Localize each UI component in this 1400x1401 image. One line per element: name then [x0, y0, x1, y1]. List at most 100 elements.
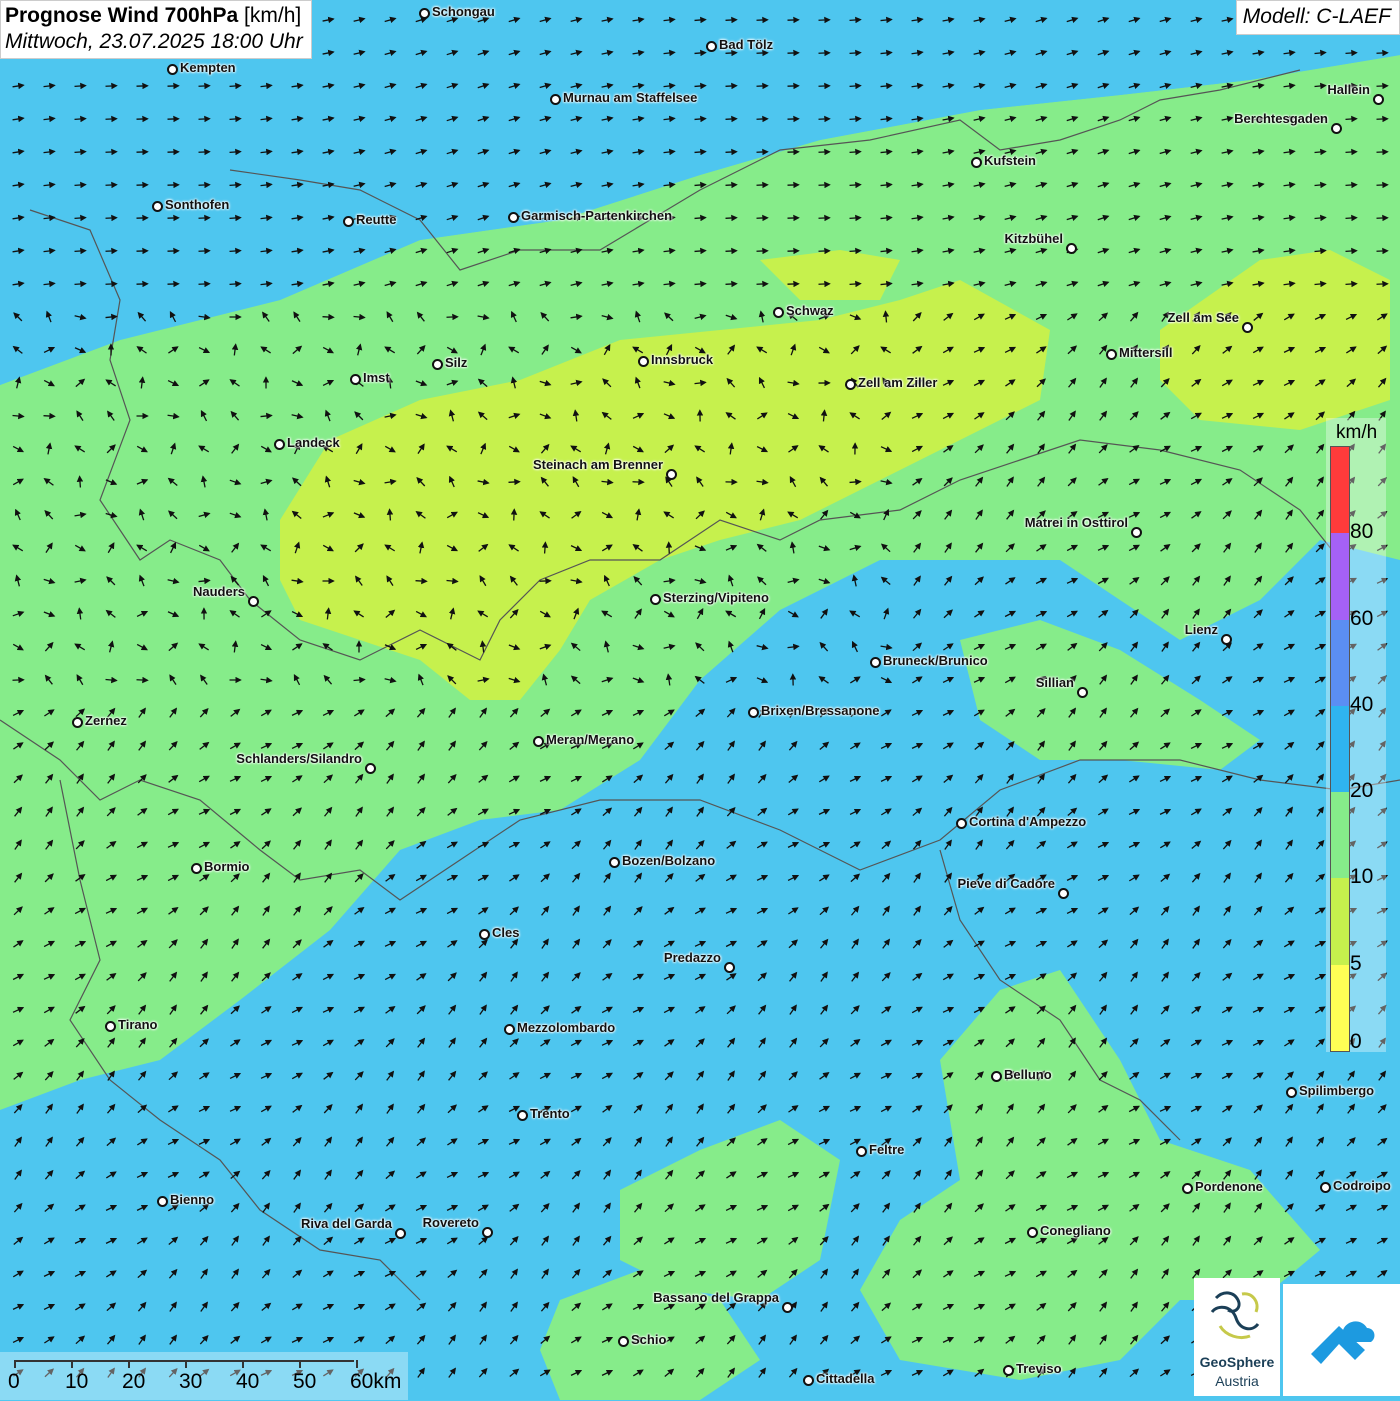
city-marker [971, 157, 982, 168]
wind-arrow [726, 185, 737, 186]
wind-arrow [106, 251, 117, 252]
wind-arrow [695, 251, 706, 252]
city-marker [845, 379, 856, 390]
city-label: Predazzo [664, 950, 721, 965]
legend-tick-label: 60 [1350, 607, 1373, 631]
legend-segment [1331, 706, 1349, 792]
app-icon [1283, 1284, 1400, 1396]
scale-label: 30 [179, 1370, 202, 1394]
city-marker [482, 1227, 493, 1238]
city-marker [1242, 322, 1253, 333]
wind-arrow [850, 86, 861, 87]
wind-arrow [106, 218, 117, 219]
city-marker [533, 736, 544, 747]
wind-arrow [323, 317, 334, 318]
wind-arrow [230, 218, 241, 219]
city-label: Bormio [204, 859, 250, 874]
city-label: Rovereto [423, 1215, 479, 1230]
wind-arrow [545, 543, 546, 554]
model-label: Modell: C-LAEF [1236, 0, 1400, 35]
wind-arrow [695, 20, 706, 21]
scale-tick [356, 1360, 358, 1368]
city-marker [1221, 634, 1232, 645]
legend-tick-label: 40 [1350, 693, 1373, 717]
wind-arrow [850, 218, 861, 219]
city-label: Riva del Garda [301, 1216, 392, 1231]
city-label: Sillian [1036, 675, 1074, 690]
legend-tick-label: 20 [1350, 779, 1373, 803]
app-logo[interactable] [1283, 1284, 1400, 1396]
scale-label: 60km [350, 1370, 401, 1394]
city-label: Zell am See [1167, 310, 1239, 325]
wind-arrow [106, 185, 117, 186]
wind-arrow [75, 251, 86, 252]
city-marker [274, 439, 285, 450]
city-marker [706, 41, 717, 52]
city-label: Innsbruck [651, 352, 713, 367]
city-label: Tirano [118, 1017, 158, 1032]
scale-tick [242, 1360, 244, 1368]
wind-arrow [850, 284, 861, 285]
scale-tick [299, 1360, 301, 1368]
city-marker [1106, 349, 1117, 360]
city-label: Bad Tölz [719, 37, 773, 52]
city-label: Treviso [1016, 1361, 1062, 1376]
city-marker [1373, 94, 1384, 105]
geosphere-logo[interactable]: GeoSphere Austria [1194, 1278, 1280, 1396]
city-label: Mezzolombardo [517, 1020, 615, 1035]
city-label: Zell am Ziller [858, 375, 937, 390]
city-marker [517, 1110, 528, 1121]
wind-arrow [726, 218, 737, 219]
city-marker [650, 594, 661, 605]
city-marker [1077, 687, 1088, 698]
city-marker [1003, 1365, 1014, 1376]
city-label: Sonthofen [165, 197, 229, 212]
city-marker [350, 374, 361, 385]
city-label: Reutte [356, 212, 396, 227]
wind-arrow [695, 86, 706, 87]
city-label: Codroipo [1333, 1178, 1391, 1193]
wind-arrow [695, 53, 706, 54]
wind-arrow [75, 218, 86, 219]
city-marker [1058, 888, 1069, 899]
wind-arrow [199, 284, 210, 285]
city-marker [870, 657, 881, 668]
city-marker [773, 307, 784, 318]
city-label: Pordenone [1195, 1179, 1263, 1194]
city-label: Trento [530, 1106, 570, 1121]
city-label: Berchtesgaden [1234, 111, 1328, 126]
wind-arrow [1346, 152, 1357, 153]
city-marker [782, 1302, 793, 1313]
title-box: Prognose Wind 700hPa [km/h] Mittwoch, 23… [0, 0, 312, 59]
legend-segment [1331, 965, 1349, 1051]
wind-arrow [106, 152, 117, 153]
city-marker [157, 1196, 168, 1207]
wind-arrow [850, 53, 861, 54]
city-label: Pieve di Cadore [957, 876, 1055, 891]
wind-arrow [230, 119, 241, 120]
wind-arrow [106, 86, 117, 87]
wind-arrow [726, 86, 737, 87]
wind-arrow [106, 284, 117, 285]
legend-segment [1331, 620, 1349, 706]
wind-arrow [199, 152, 210, 153]
scale-tick [185, 1360, 187, 1368]
legend-color-bar [1330, 446, 1350, 1052]
city-label: Kempten [180, 60, 236, 75]
city-marker [504, 1024, 515, 1035]
city-label: Cittadella [816, 1371, 875, 1386]
wind-arrow [1346, 284, 1357, 285]
city-label: Bassano del Grappa [653, 1290, 779, 1305]
city-label: Spilimbergo [1299, 1083, 1374, 1098]
city-marker [856, 1146, 867, 1157]
city-marker [1331, 123, 1342, 134]
city-marker [479, 929, 490, 940]
city-label: Cles [492, 925, 519, 940]
wind-arrow [390, 510, 391, 521]
city-label: Kitzbühel [1005, 231, 1064, 246]
city-label: Belluno [1004, 1067, 1052, 1082]
legend-segment [1331, 878, 1349, 964]
wind-arrow [695, 119, 706, 120]
wind-arrow [726, 53, 737, 54]
scale-label: 10 [65, 1370, 88, 1394]
